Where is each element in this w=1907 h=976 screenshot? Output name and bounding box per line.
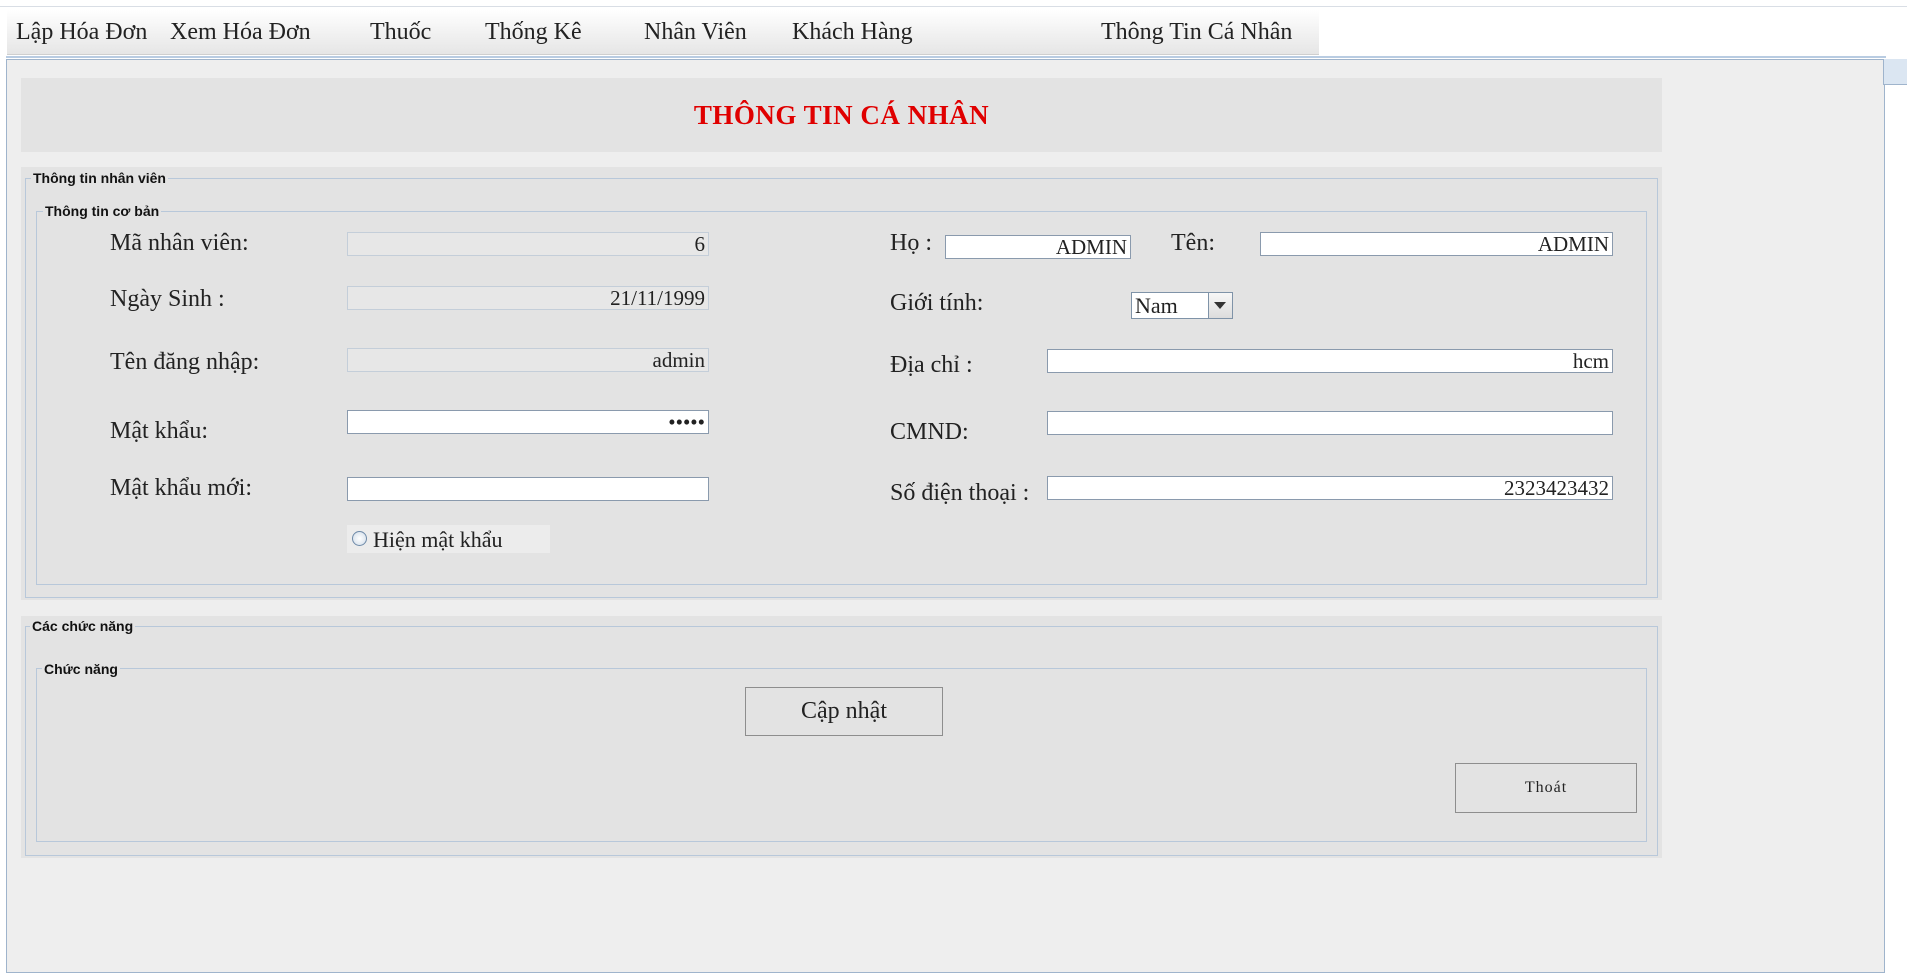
first-name-field[interactable] (1260, 232, 1613, 256)
exit-button[interactable]: Thoát (1455, 763, 1637, 813)
employee-id-label: Mã nhân viên: (110, 230, 249, 256)
menu-employees[interactable]: Nhân Viên (644, 19, 747, 46)
employee-id-field (347, 232, 709, 256)
phone-label: Số điện thoại : (890, 480, 1030, 506)
menu-statistics[interactable]: Thống Kê (485, 19, 582, 46)
new-password-field[interactable] (347, 477, 709, 501)
basic-info-border (36, 211, 1647, 585)
password-field[interactable] (347, 410, 709, 434)
last-name-field[interactable] (945, 235, 1131, 259)
update-button[interactable]: Cập nhật (745, 687, 943, 736)
show-password-label[interactable]: Hiện mật khẩu (373, 527, 503, 553)
birthdate-field (347, 286, 709, 310)
menu-medicine[interactable]: Thuốc (370, 19, 431, 46)
inner-functions-legend: Chức năng (42, 661, 120, 677)
employee-info-legend: Thông tin nhân viên (31, 170, 168, 186)
chevron-down-icon (1214, 302, 1226, 309)
frame-corner (1883, 59, 1907, 85)
menu-view-invoice[interactable]: Xem Hóa Đơn (170, 19, 311, 46)
page-title: THÔNG TIN CÁ NHÂN (693, 100, 990, 130)
address-field[interactable] (1047, 349, 1613, 373)
password-label: Mật khẩu: (110, 418, 208, 444)
id-card-label: CMND: (890, 419, 969, 445)
gender-value: Nam (1135, 293, 1178, 318)
menu-personal-info[interactable]: Thông Tin Cá Nhân (1101, 19, 1292, 46)
last-name-label: Họ : (890, 230, 932, 256)
username-field (347, 348, 709, 372)
frame-top-border (6, 56, 1886, 58)
menu-create-invoice[interactable]: Lập Hóa Đơn (16, 19, 147, 46)
id-card-field[interactable] (1047, 411, 1613, 435)
address-label: Địa chỉ : (890, 352, 973, 378)
phone-field[interactable] (1047, 476, 1613, 500)
gender-label: Giới tính: (890, 290, 984, 316)
functions-legend: Các chức năng (30, 618, 136, 634)
show-password-radio[interactable] (352, 531, 367, 546)
new-password-label: Mật khẩu mới: (110, 475, 253, 501)
username-label: Tên đăng nhập: (110, 349, 260, 375)
menu-customers[interactable]: Khách Hàng (792, 19, 913, 46)
basic-info-legend: Thông tin cơ bản (43, 203, 162, 219)
first-name-label: Tên: (1171, 230, 1215, 256)
birthdate-label: Ngày Sinh : (110, 286, 225, 312)
top-divider (0, 6, 1907, 7)
